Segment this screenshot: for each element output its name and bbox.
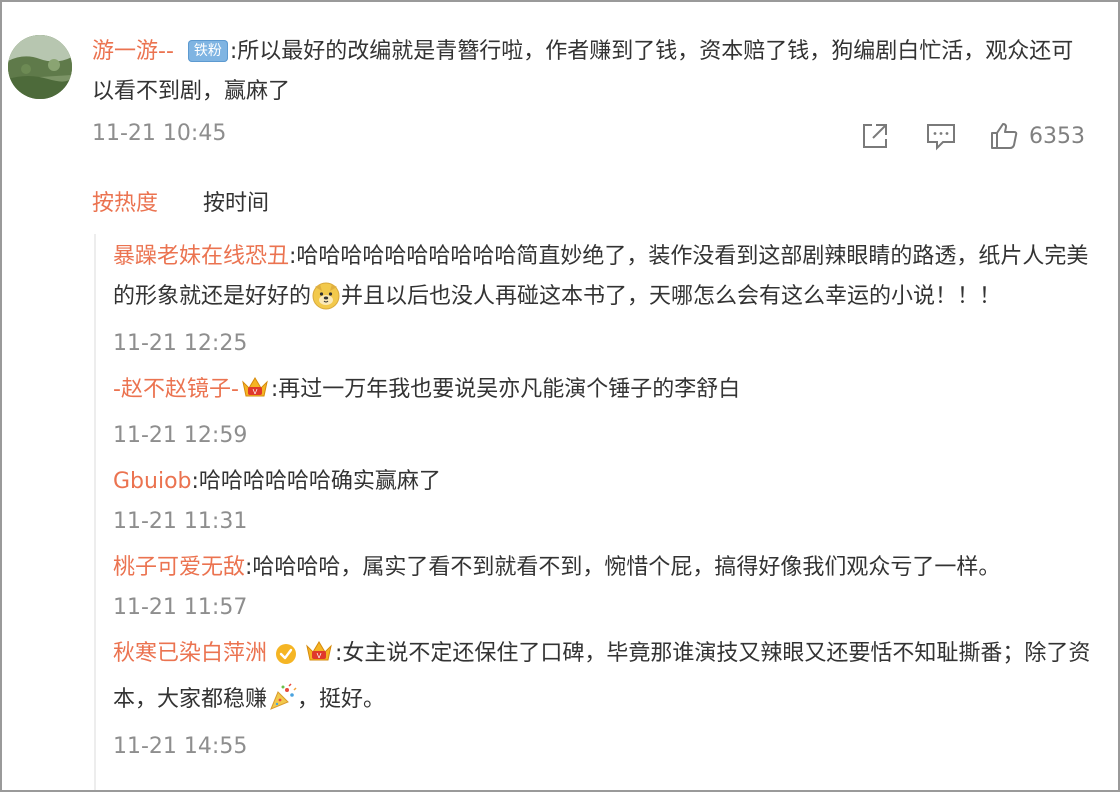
share-icon	[863, 124, 887, 148]
reply-username[interactable]: 桃子可爱无敌	[113, 555, 245, 580]
reply-time: 11-21 12:25	[113, 331, 248, 356]
comment-button[interactable]	[925, 119, 957, 153]
reply-username[interactable]: 秋寒已染白萍洲	[113, 641, 267, 666]
reply-item: 暴躁老妹在线恐丑:哈哈哈哈哈哈哈哈哈哈简直妙绝了，装作没看到这部剧辣眼睛的路透，…	[113, 237, 1103, 358]
comment-panel: 游一游-- 铁粉:所以最好的改编就是青簪行啦，作者赚到了钱，资本赔了钱，狗编剧白忙…	[0, 0, 1120, 792]
reply-item: -赵不赵镜子- V:再过一万年我也要说吴亦凡能演个锤子的李舒白 11-21 12:…	[113, 370, 1103, 450]
main-comment-meta: 11-21 10:45 6353	[92, 119, 1092, 153]
reply-item: Gbuiob:哈哈哈哈哈哈确实赢麻了 11-21 11:31	[113, 462, 1103, 536]
reply-text: 秋寒已染白萍洲 V:女主说不定还保住了口碑，毕竟那谁演技又辣眼又还要恬不知耻撕番；…	[113, 634, 1103, 727]
reply-item: 秋寒已染白萍洲 V:女主说不定还保住了口碑，毕竟那谁演技又辣眼又还要恬不知耻撕番；…	[113, 634, 1103, 761]
svg-text:V: V	[252, 388, 257, 396]
like-count: 6353	[1029, 123, 1085, 149]
reply-text: -赵不赵镜子- V:再过一万年我也要说吴亦凡能演个锤子的李舒白	[113, 370, 1103, 416]
doge-emoji-icon	[311, 280, 341, 324]
reply-text: 桃子可爱无敌:哈哈哈哈，属实了看不到就看不到，惋惜个屁，搞得好像我们观众亏了一样…	[113, 555, 1001, 580]
reply-time: 11-21 11:57	[113, 595, 248, 620]
reply-username[interactable]: -赵不赵镜子-	[113, 377, 239, 402]
reply-item: 桃子可爱无敌:哈哈哈哈，属实了看不到就看不到，惋惜个屁，搞得好像我们观众亏了一样…	[113, 548, 1103, 622]
share-button[interactable]	[860, 119, 890, 153]
like-button[interactable]: 6353	[989, 119, 1085, 153]
main-comment-text: :所以最好的改编就是青簪行啦，作者赚到了钱，资本赔了钱，狗编剧白忙活，观众还可以…	[92, 39, 1074, 104]
reply-text: 暴躁老妹在线恐丑:哈哈哈哈哈哈哈哈哈哈简直妙绝了，装作没看到这部剧辣眼睛的路透，…	[113, 237, 1103, 324]
main-comment: 游一游-- 铁粉:所以最好的改编就是青簪行啦，作者赚到了钱，资本赔了钱，狗编剧白忙…	[92, 32, 1092, 112]
reply-username[interactable]: Gbuiob	[113, 469, 192, 494]
crown-badge-icon: V	[304, 638, 334, 680]
fan-badge: 铁粉	[187, 40, 228, 62]
reply-list: 暴躁老妹在线恐丑:哈哈哈哈哈哈哈哈哈哈简直妙绝了，装作没看到这部剧辣眼睛的路透，…	[94, 234, 1103, 790]
like-icon	[991, 123, 1018, 149]
reply-time: 11-21 12:59	[113, 423, 248, 448]
reply-time: 11-21 14:55	[113, 734, 248, 759]
verified-badge-icon	[275, 639, 297, 679]
main-comment-time: 11-21 10:45	[92, 121, 227, 146]
reply-username[interactable]: 暴躁老妹在线恐丑	[113, 244, 289, 269]
tab-sort-by-time[interactable]: 按时间	[203, 185, 269, 217]
tab-sort-by-hot[interactable]: 按热度	[92, 185, 158, 217]
party-emoji-icon	[267, 683, 297, 727]
reply-time: 11-21 11:31	[113, 509, 248, 534]
sort-tabs: 按热度 按时间	[92, 185, 269, 217]
comment-icon	[927, 124, 955, 151]
crown-badge-icon: V	[240, 374, 270, 416]
main-comment-username[interactable]: 游一游--	[92, 39, 174, 64]
svg-text:V: V	[317, 652, 322, 660]
avatar[interactable]	[8, 35, 72, 99]
reply-text: Gbuiob:哈哈哈哈哈哈确实赢麻了	[113, 469, 441, 494]
